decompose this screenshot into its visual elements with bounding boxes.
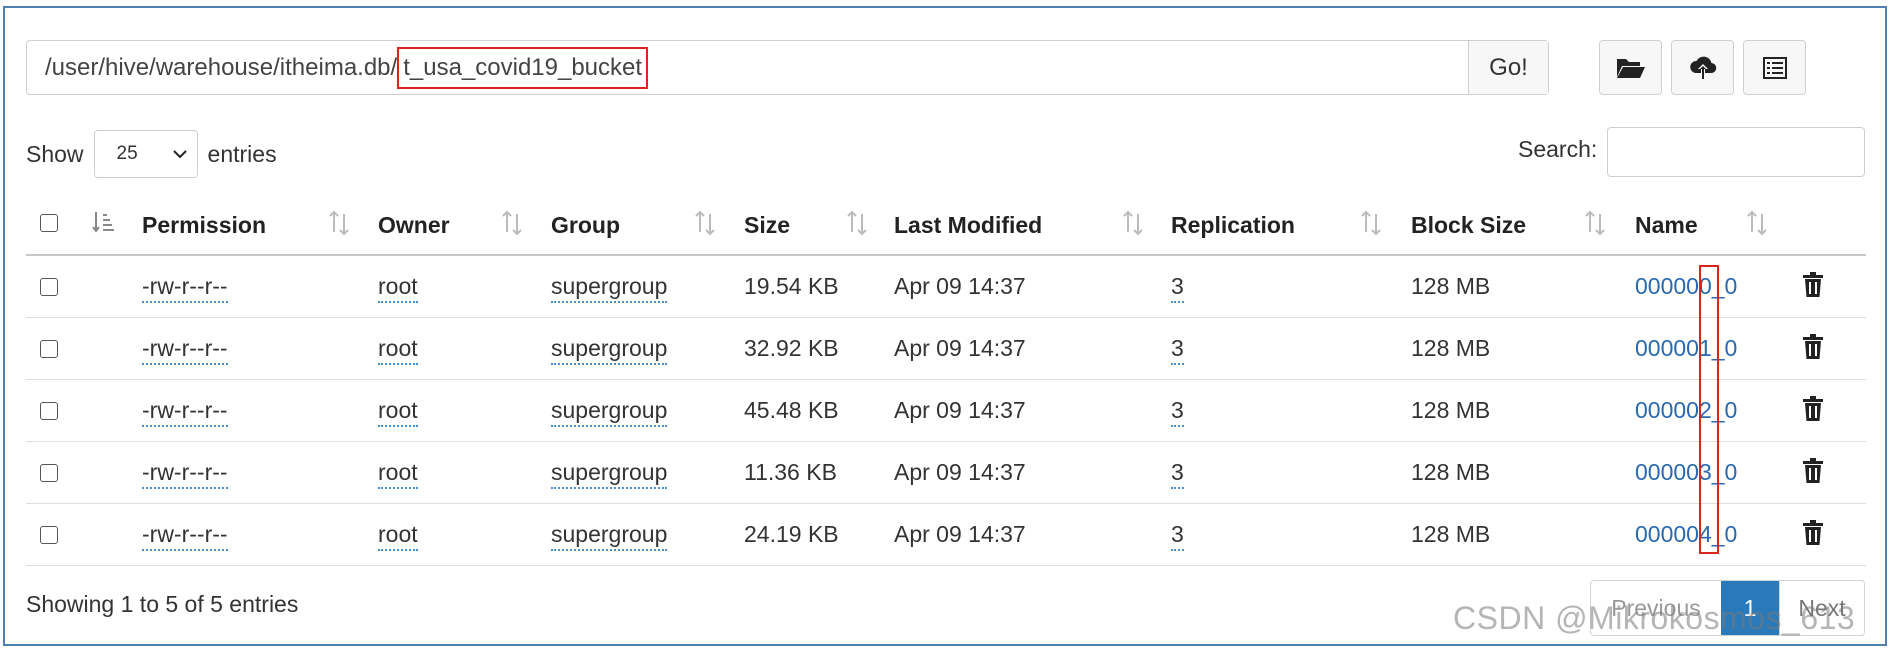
row-checkbox[interactable] [40,278,58,296]
trash-icon[interactable] [1802,334,1824,360]
chevron-down-icon [172,150,187,159]
cell-owner[interactable]: root [378,335,418,365]
entries-select-value: 25 [116,143,138,164]
cell-last-modified: Apr 09 14:37 [894,335,1026,361]
header-name[interactable]: Name [1635,212,1698,239]
header-last-modified[interactable]: Last Modified [894,212,1042,239]
cell-name-link[interactable]: 000001_0 [1635,335,1737,362]
sort-icon[interactable] [1746,210,1768,236]
trash-icon[interactable] [1802,520,1824,546]
cell-name-link[interactable]: 000003_0 [1635,459,1737,486]
path-input[interactable]: /user/hive/warehouse/itheima.db/t_usa_co… [27,41,1468,94]
cell-replication[interactable]: 3 [1171,335,1184,365]
cell-owner[interactable]: root [378,397,418,427]
row-checkbox[interactable] [40,402,58,420]
header-size[interactable]: Size [744,212,790,239]
select-all-checkbox[interactable] [40,214,58,232]
sort-icon[interactable] [1360,210,1382,236]
sort-icon[interactable] [1122,210,1144,236]
length-control: Show 25 entries [26,130,277,178]
cell-block-size: 128 MB [1411,397,1491,423]
cell-last-modified: Apr 09 14:37 [894,459,1026,485]
header-block-size[interactable]: Block Size [1411,212,1526,239]
show-label: Show [26,140,84,167]
cell-name-link[interactable]: 000002_0 [1635,397,1737,424]
row-checkbox[interactable] [40,526,58,544]
cell-last-modified: Apr 09 14:37 [894,521,1026,547]
pagination: Previous 1 Next [1590,580,1865,636]
header-group[interactable]: Group [551,212,620,239]
cell-replication[interactable]: 3 [1171,273,1184,303]
previous-page-button[interactable]: Previous [1591,581,1721,635]
trash-icon[interactable] [1802,272,1824,298]
cell-group[interactable]: supergroup [551,335,668,365]
table-info: Showing 1 to 5 of 5 entries [26,591,299,617]
search-label: Search: [1518,136,1598,162]
cell-replication[interactable]: 3 [1171,521,1184,551]
create-directory-button[interactable] [1599,40,1662,95]
cell-permission[interactable]: -rw-r--r-- [142,521,228,551]
path-bar: /user/hive/warehouse/itheima.db/t_usa_co… [26,40,1549,95]
table-header: Permission Owner Group Size Last Modifie… [26,200,1866,256]
cell-size: 11.36 KB [744,459,837,485]
row-checkbox[interactable] [40,464,58,482]
cell-block-size: 128 MB [1411,459,1491,485]
sort-active-icon[interactable] [92,210,114,236]
cell-replication[interactable]: 3 [1171,397,1184,427]
cell-group[interactable]: supergroup [551,273,668,303]
trash-icon[interactable] [1802,458,1824,484]
cell-block-size: 128 MB [1411,335,1491,361]
table-row: -rw-r--r-- root supergroup 11.36 KB Apr 09 1… [26,442,1866,504]
next-page-button[interactable]: Next [1779,581,1864,635]
header-owner[interactable]: Owner [378,212,450,239]
header-replication[interactable]: Replication [1171,212,1295,239]
sort-icon[interactable] [501,210,523,236]
cell-block-size: 128 MB [1411,273,1491,299]
upload-icon [1689,56,1716,79]
sort-icon[interactable] [328,210,350,236]
table-row: -rw-r--r-- root supergroup 45.48 KB Apr 09 1… [26,380,1866,442]
row-checkbox[interactable] [40,340,58,358]
entries-label: entries [207,140,277,167]
table-row: -rw-r--r-- root supergroup 32.92 KB Apr 09 1… [26,318,1866,380]
sort-icon[interactable] [846,210,868,236]
go-button[interactable]: Go! [1468,41,1548,94]
table-row: -rw-r--r-- root supergroup 19.54 KB Apr 09 1… [26,256,1866,318]
cell-block-size: 128 MB [1411,521,1491,547]
cell-name-link[interactable]: 000004_0 [1635,521,1737,548]
cell-last-modified: Apr 09 14:37 [894,273,1026,299]
page-1-button[interactable]: 1 [1721,581,1779,635]
table-row: -rw-r--r-- root supergroup 24.19 KB Apr 09 1… [26,504,1866,566]
folder-open-icon [1616,58,1645,78]
cell-permission[interactable]: -rw-r--r-- [142,459,228,489]
cell-replication[interactable]: 3 [1171,459,1184,489]
cell-permission[interactable]: -rw-r--r-- [142,273,228,303]
search-input[interactable] [1607,127,1865,177]
cell-name-link[interactable]: 000000_0 [1635,273,1737,300]
cell-group[interactable]: supergroup [551,397,668,427]
path-prefix: /user/hive/warehouse/itheima.db/ [45,53,398,81]
cell-last-modified: Apr 09 14:37 [894,397,1026,423]
cell-owner[interactable]: root [378,521,418,551]
cell-owner[interactable]: root [378,459,418,489]
entries-select[interactable]: 25 [93,130,198,178]
trash-icon[interactable] [1802,396,1824,422]
list-icon [1762,56,1787,79]
sort-icon[interactable] [694,210,716,236]
cut-paste-button[interactable] [1743,40,1806,95]
cell-permission[interactable]: -rw-r--r-- [142,335,228,365]
upload-button[interactable] [1671,40,1734,95]
path-highlighted-segment: t_usa_covid19_bucket [397,46,649,89]
cell-group[interactable]: supergroup [551,521,668,551]
cell-owner[interactable]: root [378,273,418,303]
cell-size: 24.19 KB [744,521,839,547]
header-permission[interactable]: Permission [142,212,266,239]
cell-group[interactable]: supergroup [551,459,668,489]
cell-size: 32.92 KB [744,335,839,361]
cell-size: 19.54 KB [744,273,839,299]
sort-icon[interactable] [1584,210,1606,236]
cell-permission[interactable]: -rw-r--r-- [142,397,228,427]
cell-size: 45.48 KB [744,397,839,423]
